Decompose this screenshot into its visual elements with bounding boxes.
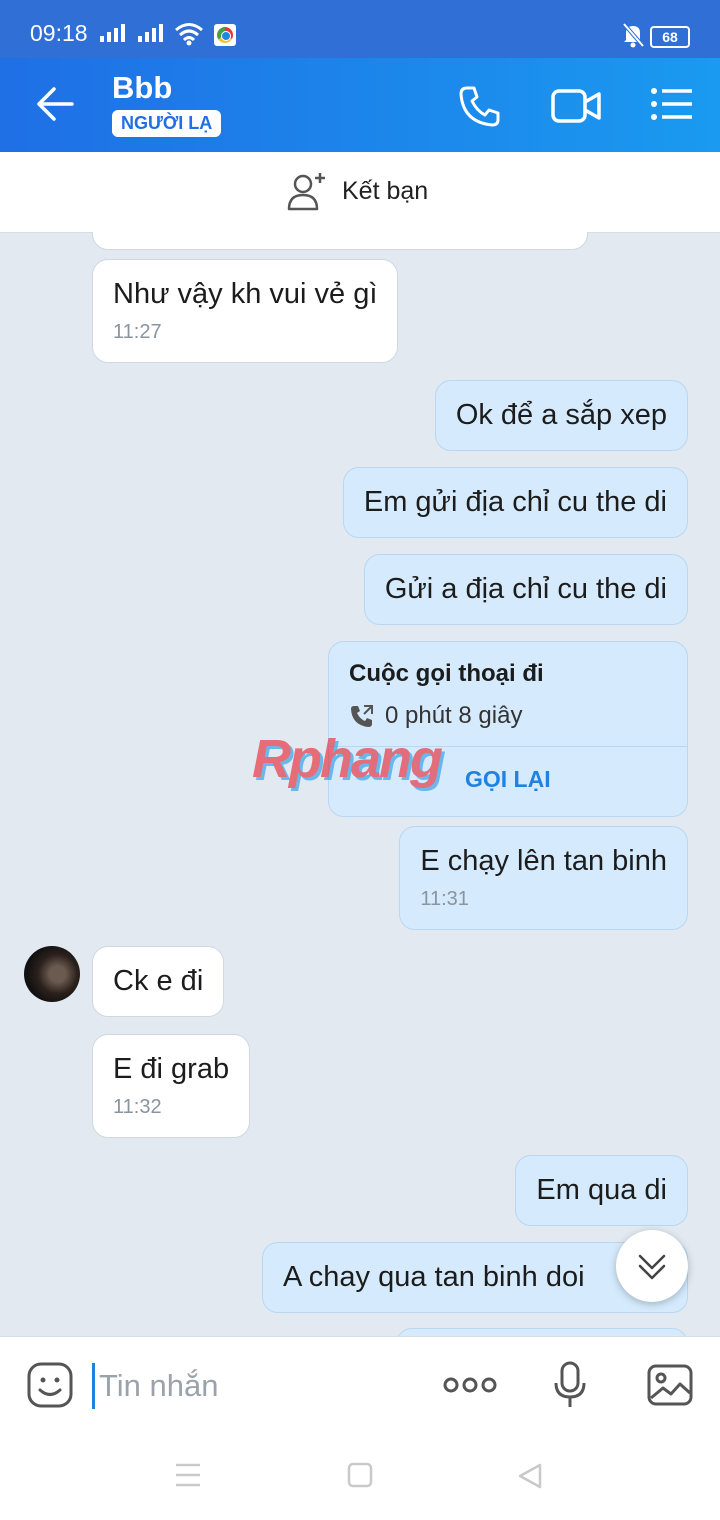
call-back-button[interactable]: GỌI LẠI — [465, 766, 551, 793]
message-bubble-outgoing[interactable]: Gửi a địa chỉ cu the di — [363, 554, 688, 625]
video-call-icon[interactable] — [550, 86, 602, 126]
message-bubble-incoming[interactable]: Ck e đi — [92, 946, 225, 1017]
back-triangle-icon[interactable] — [516, 1462, 544, 1490]
message-text: E chạy lên tan binh — [420, 845, 667, 877]
message-text: Em gửi địa chỉ cu the di — [363, 486, 667, 518]
signal-icon — [138, 24, 163, 42]
message-text: Gửi a địa chỉ cu the di — [384, 573, 667, 605]
message-text: A chay qua tan binh doi — [283, 1261, 585, 1293]
home-icon[interactable] — [347, 1462, 373, 1488]
scroll-to-bottom-button[interactable] — [616, 1230, 688, 1302]
wifi-icon — [175, 23, 203, 46]
more-options-icon[interactable] — [442, 1375, 498, 1395]
microphone-icon[interactable] — [552, 1361, 588, 1409]
message-list[interactable]: Như vậy kh vui vẻ gì 11:27 Ok để a sắp x… — [0, 232, 720, 1336]
contact-name[interactable]: Bbb — [112, 70, 172, 106]
message-time: 11:27 — [113, 321, 162, 343]
phone-call-icon[interactable] — [458, 84, 502, 128]
message-time: 11:31 — [420, 888, 469, 910]
message-text: Như vậy kh vui vẻ gì — [113, 278, 378, 310]
add-friend-button[interactable]: Kết bạn — [286, 170, 428, 212]
message-text: Ck e đi — [113, 965, 204, 997]
image-gallery-icon[interactable] — [646, 1361, 694, 1409]
message-bubble-incoming[interactable]: E đi grab 11:32 — [92, 1034, 251, 1138]
call-duration: 0 phút 8 giây — [385, 702, 523, 729]
message-time: 11:32 — [113, 1096, 162, 1118]
message-bubble-outgoing[interactable]: Em gửi địa chỉ cu the di — [342, 467, 688, 538]
message-bubble-incoming[interactable]: Như vậy kh vui vẻ gì 11:27 — [92, 259, 399, 363]
contact-avatar[interactable] — [24, 946, 80, 1002]
stranger-badge: NGƯỜI LẠ — [112, 110, 222, 137]
add-friend-label: Kết bạn — [342, 176, 429, 205]
message-bubble-outgoing[interactable]: Ok để a sắp xep — [434, 380, 688, 451]
emoji-sticker-icon[interactable] — [26, 1361, 74, 1409]
back-arrow-icon[interactable] — [36, 86, 74, 122]
message-input[interactable] — [92, 1363, 421, 1409]
call-title: Cuộc gọi thoại đi — [349, 660, 544, 687]
double-chevron-down-icon — [638, 1254, 666, 1280]
battery-indicator: 68 — [650, 26, 690, 48]
message-bubble-outgoing[interactable]: Em qua di — [515, 1155, 688, 1226]
mute-bell-icon — [622, 22, 644, 48]
system-nav-bar — [0, 1432, 720, 1520]
add-friend-bar: Kết bạn — [0, 152, 720, 233]
watermark-logo: Rphang — [252, 729, 443, 789]
status-bar: 09:18 68 — [0, 0, 720, 58]
message-bubble-partial[interactable] — [396, 1328, 688, 1336]
chrome-icon — [214, 24, 236, 46]
message-text: Ok để a sắp xep — [455, 399, 667, 431]
signal-icon — [100, 24, 125, 42]
status-time: 09:18 — [30, 20, 88, 46]
message-text: Em qua di — [536, 1174, 667, 1206]
message-bubble-partial[interactable] — [92, 232, 588, 250]
outgoing-call-icon — [351, 705, 373, 727]
message-text: E đi grab — [113, 1053, 230, 1085]
message-bubble-outgoing[interactable]: E chạy lên tan binh 11:31 — [399, 826, 688, 930]
message-input-bar — [0, 1336, 720, 1433]
menu-list-icon[interactable] — [650, 86, 694, 122]
call-duration-row: 0 phút 8 giây — [349, 702, 667, 730]
chat-header: Bbb NGƯỜI LẠ — [0, 58, 720, 152]
add-user-icon — [287, 173, 325, 211]
recent-apps-icon[interactable] — [174, 1462, 202, 1488]
